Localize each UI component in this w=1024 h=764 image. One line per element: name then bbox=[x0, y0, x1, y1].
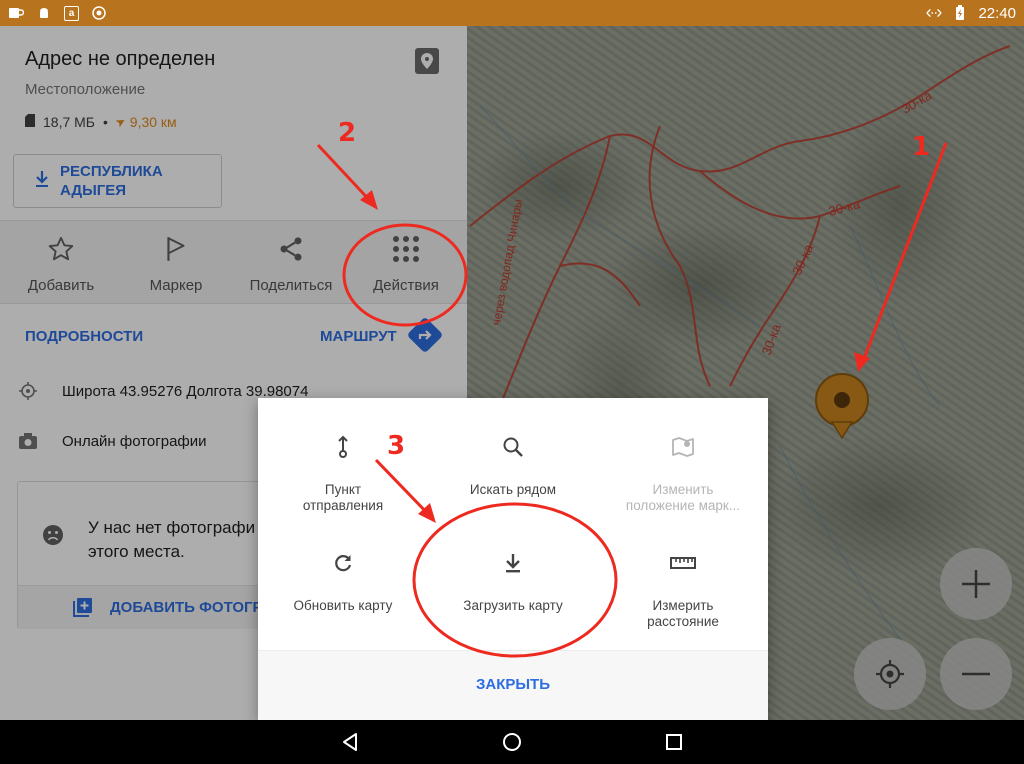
refresh-icon bbox=[258, 548, 428, 578]
download-region-button[interactable]: РЕСПУБЛИКА АДЫГЕЯ bbox=[13, 154, 222, 208]
share-button[interactable]: Поделиться bbox=[236, 231, 346, 294]
map-pin-icon[interactable] bbox=[415, 48, 439, 74]
recents-icon[interactable] bbox=[662, 730, 686, 754]
my-location-button[interactable] bbox=[854, 638, 926, 710]
share-icon bbox=[236, 231, 346, 267]
coordinates: Широта 43.95276 Долгота 39.98074 bbox=[62, 382, 309, 400]
action-label: Действия bbox=[373, 277, 439, 294]
crosshair-icon bbox=[876, 660, 904, 688]
android-icon bbox=[36, 6, 52, 20]
measure-distance-button[interactable]: Измерить расстояние bbox=[598, 548, 768, 630]
add-favorite-button[interactable]: Добавить bbox=[6, 231, 116, 294]
link-row: ПОДРОБНОСТИ МАРШРУТ bbox=[0, 316, 467, 356]
marker-button[interactable]: Маркер bbox=[121, 231, 231, 294]
actions-dialog: Пункт отправления Искать рядом Изменить … bbox=[258, 398, 768, 720]
data-transfer-icon bbox=[926, 6, 943, 20]
dialog-item-label: Измерить расстояние bbox=[647, 598, 719, 629]
dialog-item-label: Обновить карту bbox=[293, 598, 393, 613]
camera-icon bbox=[0, 432, 62, 450]
add-photo-label: ДОБАВИТЬ ФОТОГР bbox=[110, 599, 263, 616]
sad-face-icon bbox=[42, 524, 64, 551]
annotation-number-2: 2 bbox=[338, 118, 357, 148]
refresh-map-button[interactable]: Обновить карту bbox=[258, 548, 428, 614]
location-marker[interactable] bbox=[813, 372, 871, 447]
trail-label: 30-ка bbox=[827, 196, 863, 219]
separator: • bbox=[103, 114, 108, 130]
ruler-icon bbox=[598, 548, 768, 578]
dialog-item-label: Искать рядом bbox=[469, 482, 557, 497]
battery-charging-icon bbox=[952, 5, 968, 20]
online-photos-label: Онлайн фотографии bbox=[62, 432, 207, 450]
action-label: Маркер bbox=[149, 277, 203, 294]
trail-label: 30-ка bbox=[789, 241, 816, 277]
zoom-out-button[interactable] bbox=[940, 638, 1012, 710]
place-title: Адрес не определен bbox=[25, 48, 216, 70]
navigation-bar bbox=[0, 720, 1024, 764]
distance-value: 9,30 км bbox=[129, 114, 177, 130]
dialog-item-label: Пункт отправления bbox=[302, 482, 384, 513]
region-label: РЕСПУБЛИКА АДЫГЕЯ bbox=[60, 163, 163, 199]
sd-card-icon bbox=[25, 114, 35, 130]
coffee-icon bbox=[8, 6, 24, 20]
minus-icon bbox=[962, 672, 990, 676]
dialog-item-label: Изменить положение марк... bbox=[625, 482, 741, 513]
download-icon bbox=[34, 170, 50, 193]
route-icon[interactable] bbox=[406, 316, 444, 354]
map-edit-icon bbox=[598, 432, 768, 462]
map-size: 18,7 МБ bbox=[43, 114, 95, 130]
no-photos-message: У нас нет фотографи этого места. bbox=[88, 518, 256, 561]
actions-row: Добавить Маркер Поделиться Действия bbox=[0, 220, 467, 304]
clock: 22:40 bbox=[978, 4, 1016, 22]
plus-icon bbox=[962, 570, 990, 598]
distance: 9,30 км bbox=[115, 114, 177, 130]
direction-arrow-icon bbox=[115, 114, 130, 130]
action-label: Добавить bbox=[27, 277, 95, 294]
annotation-number-1: 1 bbox=[912, 132, 931, 162]
actions-menu-button[interactable]: Действия bbox=[351, 231, 461, 294]
action-label: Поделиться bbox=[249, 277, 333, 294]
crosshair-icon bbox=[0, 381, 62, 401]
dialog-item-label: Загрузить карту bbox=[463, 598, 563, 613]
place-meta: 18,7 МБ • 9,30 км bbox=[25, 114, 177, 130]
star-outline-icon bbox=[6, 231, 116, 267]
add-photo-icon bbox=[73, 597, 93, 622]
download-icon bbox=[428, 548, 598, 578]
details-link[interactable]: ПОДРОБНОСТИ bbox=[25, 328, 143, 345]
annotation-number-3: 3 bbox=[387, 431, 406, 461]
home-icon[interactable] bbox=[500, 730, 524, 754]
close-button[interactable]: ЗАКРЫТЬ bbox=[258, 676, 768, 693]
dots-grid-icon bbox=[351, 231, 461, 267]
place-subtitle: Местоположение bbox=[25, 81, 146, 98]
change-marker-position-button[interactable]: Изменить положение марк... bbox=[598, 432, 768, 514]
download-map-button[interactable]: Загрузить карту bbox=[428, 548, 598, 614]
flag-outline-icon bbox=[121, 231, 231, 267]
shield-icon bbox=[91, 6, 107, 20]
trail-label: через водопад Чинары bbox=[489, 198, 525, 326]
status-bar: a 22:40 bbox=[0, 0, 1024, 26]
zoom-in-button[interactable] bbox=[940, 548, 1012, 620]
back-icon[interactable] bbox=[338, 730, 362, 754]
search-icon bbox=[428, 432, 598, 462]
search-nearby-button[interactable]: Искать рядом bbox=[428, 432, 598, 498]
amazon-icon: a bbox=[64, 5, 79, 21]
trail-label: 30-ка bbox=[899, 87, 935, 116]
route-link[interactable]: МАРШРУТ bbox=[320, 328, 397, 345]
